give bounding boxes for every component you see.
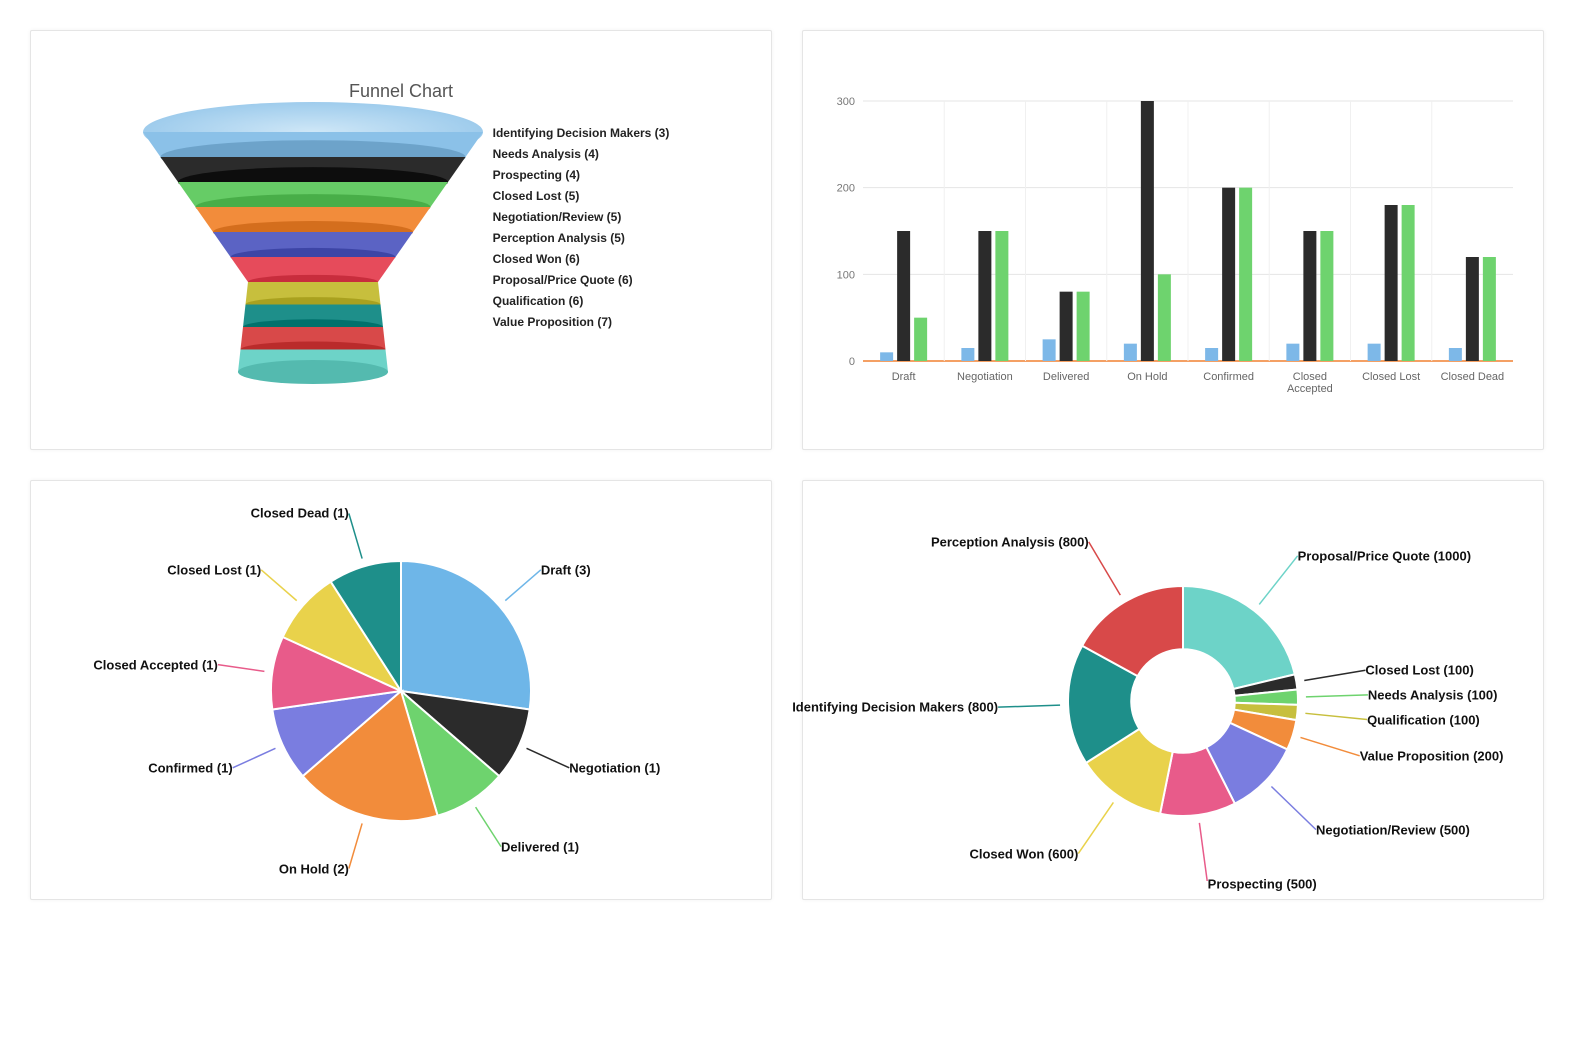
bar-category-label: On Hold <box>1111 371 1183 383</box>
bar-category-label: Closed Dead <box>1436 371 1508 383</box>
pie-slice-label: Delivered (1) <box>501 839 579 854</box>
donut-slice-label: Prospecting (500) <box>1208 877 1317 892</box>
pie-chart-card: Draft (3) Negotiation (1) Delivered (1) On … <box>30 480 772 900</box>
funnel-segment-label: Qualification (6) <box>493 294 670 308</box>
funnel-segment-label: Closed Won (6) <box>493 252 670 266</box>
donut-chart: Proposal/Price Quote (1000) Closed Lost (… <box>813 491 1533 881</box>
pie-slice-label: Closed Lost (1) <box>167 562 261 577</box>
svg-text:300: 300 <box>837 96 855 108</box>
svg-text:200: 200 <box>837 183 855 195</box>
donut-slice-label: Value Proposition (200) <box>1360 748 1504 763</box>
svg-text:100: 100 <box>837 269 855 281</box>
pie-slice-label: Closed Dead (1) <box>251 506 349 521</box>
funnel-labels: Identifying Decision Makers (3) Needs Ana… <box>493 102 670 329</box>
funnel-segment-label: Needs Analysis (4) <box>493 147 670 161</box>
bar-category-label: Closed Accepted <box>1274 371 1346 395</box>
funnel-segment-label: Negotiation/Review (5) <box>493 210 670 224</box>
bar-category-label: Closed Lost <box>1355 371 1427 383</box>
donut-slice-label: Perception Analysis (800) <box>931 534 1089 549</box>
pie-chart: Draft (3) Negotiation (1) Delivered (1) On … <box>41 491 761 881</box>
funnel-segment-label: Closed Lost (5) <box>493 189 670 203</box>
bar-category-label: Draft <box>868 371 940 383</box>
funnel-segment-label: Perception Analysis (5) <box>493 231 670 245</box>
bar-category-label: Delivered <box>1030 371 1102 383</box>
bar-category-label: Confirmed <box>1193 371 1265 383</box>
pie-slice-label: Draft (3) <box>541 562 591 577</box>
pie-slice-label: On Hold (2) <box>279 861 349 876</box>
donut-slice-label: Proposal/Price Quote (1000) <box>1298 548 1471 563</box>
svg-text:0: 0 <box>849 356 855 368</box>
donut-slice-label: Closed Won (600) <box>969 846 1078 861</box>
funnel-segment-label: Value Proposition (7) <box>493 315 670 329</box>
funnel-chart-card: Funnel Chart Identifying Decision Makers… <box>30 30 772 450</box>
bar-chart-card: 0 100 200 300 Draft Negotiation Delivered On H… <box>802 30 1544 450</box>
pie-slice-label: Confirmed (1) <box>148 760 233 775</box>
bar-category-label: Negotiation <box>949 371 1021 383</box>
pie-slice-label: Closed Accepted (1) <box>93 657 218 672</box>
funnel-segment-label: Prospecting (4) <box>493 168 670 182</box>
donut-slice-label: Needs Analysis (100) <box>1368 687 1498 702</box>
donut-slice-label: Identifying Decision Makers (800) <box>792 700 998 715</box>
donut-chart-card: Proposal/Price Quote (1000) Closed Lost (… <box>802 480 1544 900</box>
bar-chart: 0 100 200 300 Draft Negotiation Delivered On H… <box>813 41 1533 431</box>
funnel-segment-label: Identifying Decision Makers (3) <box>493 126 670 140</box>
funnel-segment-label: Proposal/Price Quote (6) <box>493 273 670 287</box>
donut-slice-label: Negotiation/Review (500) <box>1316 822 1470 837</box>
donut-slice-label: Qualification (100) <box>1367 712 1480 727</box>
donut-slice-label: Closed Lost (100) <box>1365 663 1473 678</box>
pie-slice-label: Negotiation (1) <box>569 760 660 775</box>
funnel-title: Funnel Chart <box>41 41 761 102</box>
funnel-chart <box>133 102 493 402</box>
